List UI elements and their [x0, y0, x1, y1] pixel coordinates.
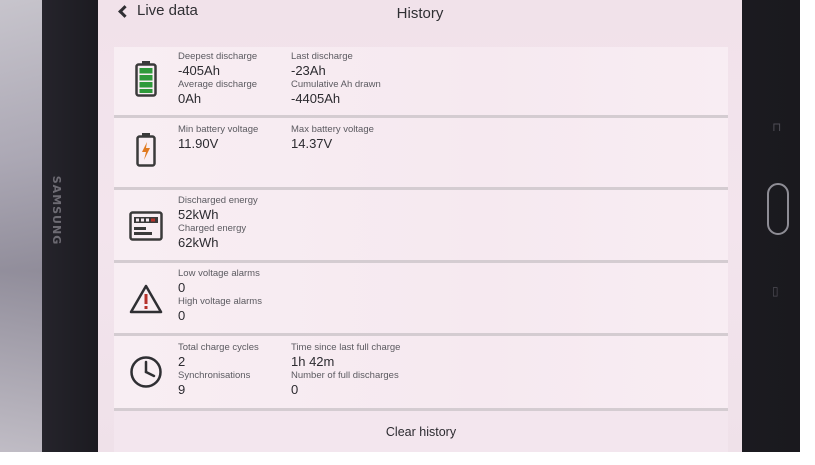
low-voltage-alarms: Low voltage alarms 0: [178, 268, 260, 295]
deepest-discharge: Deepest discharge -405Ah: [178, 51, 258, 78]
high-voltage-alarms: High voltage alarms 0: [178, 296, 262, 323]
energy-meter-icon: [126, 206, 166, 246]
discharged-energy: Discharged energy 52kWh: [178, 195, 258, 222]
tablet-photo: SAMSUNG ⊓ ▯ Live data History Deepest di…: [0, 0, 800, 452]
discharge-card: Deepest discharge -405Ah Last discharge …: [114, 47, 728, 118]
cycles-card: Total charge cycles 2 Time since last fu…: [114, 336, 728, 411]
clock-icon: [126, 352, 166, 392]
desk-background: [0, 0, 42, 452]
average-discharge: Average discharge 0Ah: [178, 79, 258, 106]
max-battery-voltage: Max battery voltage 14.37V: [291, 124, 374, 151]
cumulative-ah-drawn: Cumulative Ah drawn -4405Ah: [291, 79, 381, 106]
battery-full-icon: [126, 59, 166, 99]
last-discharge: Last discharge -23Ah: [291, 51, 353, 78]
number-of-full-discharges: Number of full discharges 0: [291, 370, 399, 397]
hardware-recent-apps-icon[interactable]: ⊓: [772, 120, 781, 134]
time-since-last-full-charge: Time since last full charge 1h 42m: [291, 342, 401, 369]
alarms-card: Low voltage alarms 0 High voltage alarms…: [114, 263, 728, 336]
charged-energy: Charged energy 62kWh: [178, 223, 247, 250]
page-title: History: [396, 5, 444, 22]
device-brand: SAMSUNG: [50, 175, 64, 245]
synchronisations: Synchronisations 9: [178, 370, 251, 397]
app-screen: Live data History Deepest discharge -405…: [98, 0, 742, 452]
warning-icon: [126, 279, 166, 319]
total-charge-cycles: Total charge cycles 2: [178, 342, 259, 369]
min-battery-voltage: Min battery voltage 11.90V: [178, 124, 259, 151]
battery-charging-icon: [126, 130, 166, 170]
hardware-home-button[interactable]: [767, 183, 789, 235]
energy-card: Discharged energy 52kWh Charged energy 6…: [114, 190, 728, 263]
clear-history-button[interactable]: Clear history: [114, 411, 728, 452]
top-bar: Live data History: [98, 0, 742, 32]
hardware-back-icon[interactable]: ▯: [772, 284, 779, 298]
voltage-card: Min battery voltage 11.90V Max battery v…: [114, 118, 728, 190]
